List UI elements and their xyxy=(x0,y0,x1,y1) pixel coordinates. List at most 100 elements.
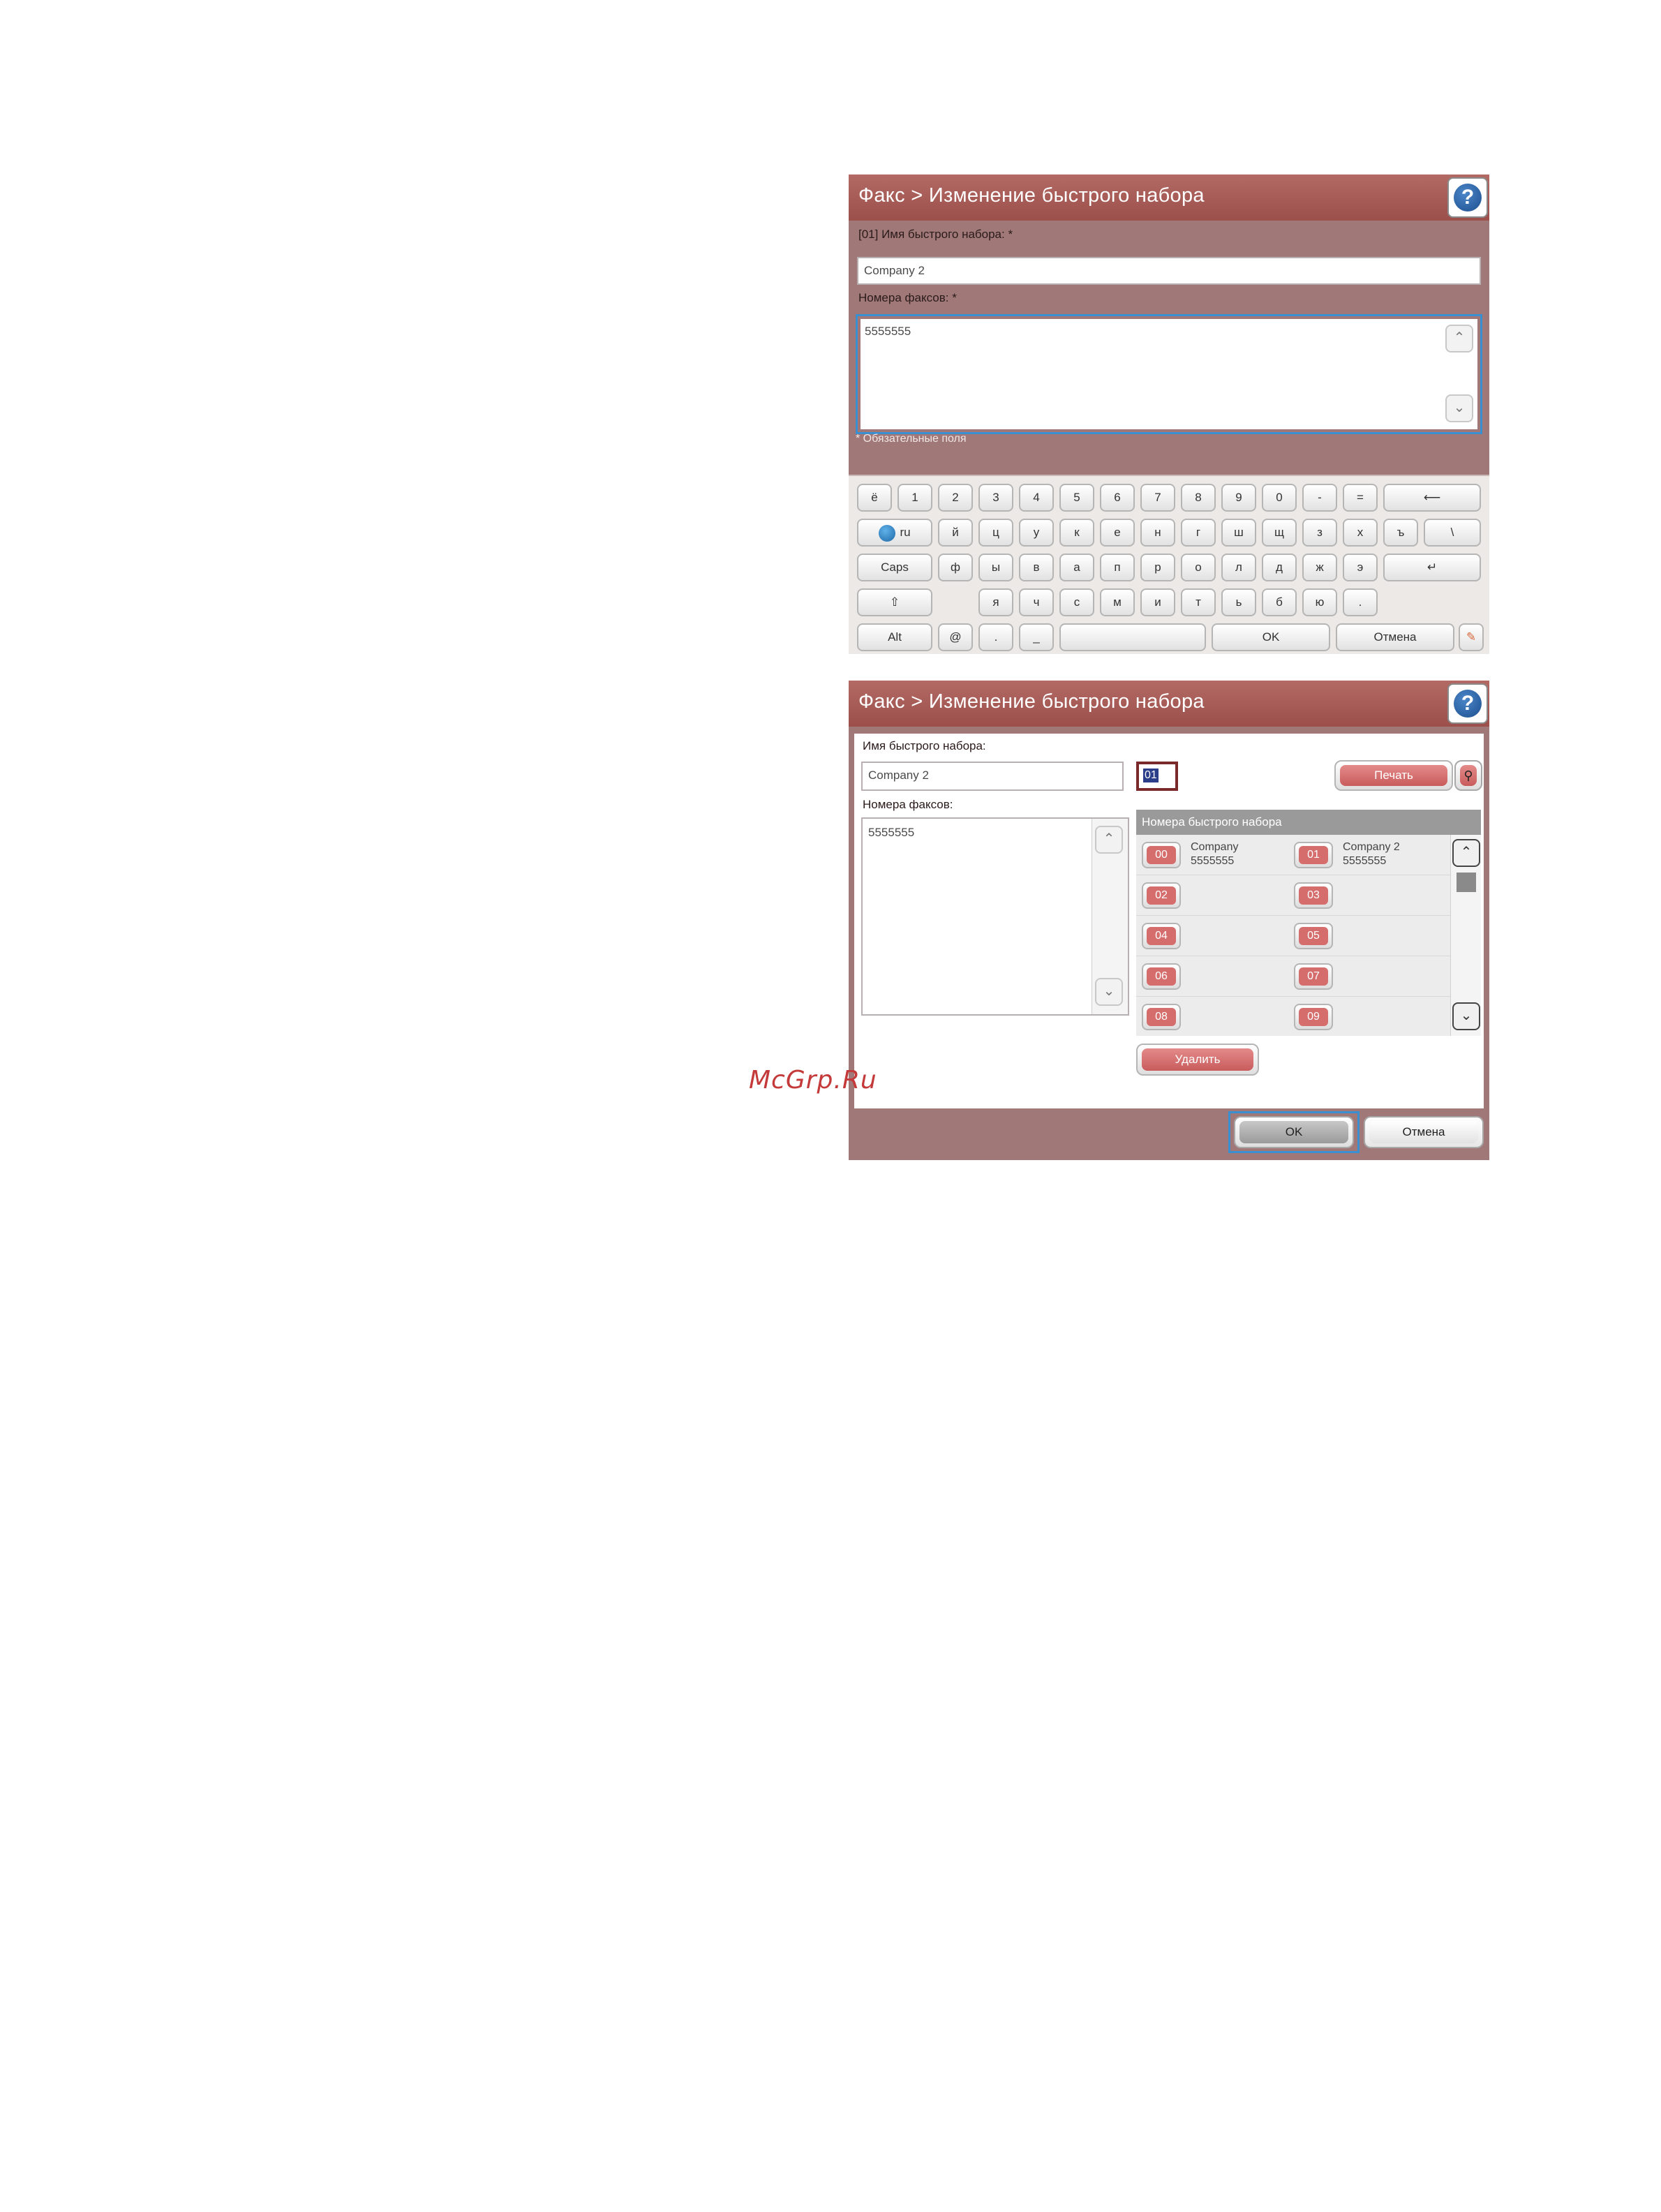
eraser-key[interactable]: ✎ xyxy=(1459,623,1484,651)
speed-dial-button[interactable]: 08 xyxy=(1142,1004,1181,1030)
key[interactable]: м xyxy=(1100,588,1135,616)
underscore-key[interactable]: _ xyxy=(1019,623,1054,651)
speed-dial-name-input[interactable]: Company 2 xyxy=(861,762,1124,791)
fax-numbers-textarea[interactable]: 5555555 ⌃ ⌄ xyxy=(861,817,1129,1016)
scroll-down-button[interactable]: ⌄ xyxy=(1095,978,1123,1006)
speed-dial-button[interactable]: 00 xyxy=(1142,842,1181,868)
key[interactable]: т xyxy=(1181,588,1216,616)
key[interactable]: 1 xyxy=(897,484,932,512)
key[interactable]: = xyxy=(1343,484,1378,512)
speed-dial-name-label: Имя быстрого набора: xyxy=(863,739,986,752)
backspace-key[interactable]: ⟵ xyxy=(1383,484,1481,512)
key[interactable]: е xyxy=(1100,519,1135,547)
key[interactable]: ц xyxy=(978,519,1013,547)
scroll-up-button[interactable]: ⌃ xyxy=(1095,826,1123,854)
key[interactable]: ю xyxy=(1302,588,1337,616)
scroll-up-button[interactable]: ⌃ xyxy=(1452,839,1480,867)
speed-dial-button[interactable]: 07 xyxy=(1294,963,1333,990)
help-button[interactable]: ? xyxy=(1447,177,1488,218)
key[interactable]: \ xyxy=(1424,519,1481,547)
caps-key[interactable]: Caps xyxy=(857,554,932,581)
search-button[interactable]: ⚲ xyxy=(1454,760,1482,791)
key[interactable]: у xyxy=(1019,519,1054,547)
key[interactable]: ъ xyxy=(1383,519,1418,547)
key[interactable]: 9 xyxy=(1221,484,1256,512)
content-area: Имя быстрого набора: Company 2 01 Печать… xyxy=(854,734,1484,1108)
key[interactable]: ч xyxy=(1019,588,1054,616)
cancel-button[interactable]: Отмена xyxy=(1364,1116,1484,1148)
scroll-up-button[interactable]: ⌃ xyxy=(1445,325,1473,352)
speed-dial-button[interactable]: 04 xyxy=(1142,923,1181,949)
title-bar: Факс > Изменение быстрого набора ? xyxy=(849,175,1489,221)
key[interactable]: п xyxy=(1100,554,1135,581)
key[interactable]: 7 xyxy=(1140,484,1175,512)
eraser-icon: ✎ xyxy=(1466,630,1477,644)
scroll-down-button[interactable]: ⌄ xyxy=(1445,394,1473,422)
delete-button[interactable]: Удалить xyxy=(1136,1044,1259,1076)
key[interactable]: - xyxy=(1302,484,1337,512)
space-key[interactable] xyxy=(1059,623,1206,651)
key[interactable]: 5 xyxy=(1059,484,1094,512)
speed-dial-index-input[interactable]: 01 xyxy=(1136,762,1178,791)
speed-dial-index-value: 01 xyxy=(1143,769,1159,782)
title-bar: Факс > Изменение быстрого набора ? xyxy=(849,681,1489,727)
key[interactable]: 6 xyxy=(1100,484,1135,512)
key[interactable]: ш xyxy=(1221,519,1256,547)
speed-dial-scrollbar[interactable]: ⌃ ⌄ xyxy=(1450,835,1481,1036)
enter-key[interactable]: ↵ xyxy=(1383,554,1481,581)
key[interactable]: о xyxy=(1181,554,1216,581)
speed-dial-button[interactable]: 03 xyxy=(1294,882,1333,909)
speed-dial-button[interactable]: 01 xyxy=(1294,842,1333,868)
language-key[interactable]: ru xyxy=(857,519,932,547)
dot-key[interactable]: . xyxy=(978,623,1013,651)
speed-dial-name-input[interactable]: Company 2 xyxy=(857,257,1481,285)
key[interactable]: б xyxy=(1262,588,1297,616)
key[interactable]: э xyxy=(1343,554,1378,581)
fax-numbers-textarea[interactable]: 5555555 ⌃ ⌄ xyxy=(861,319,1477,429)
ok-key[interactable]: OK xyxy=(1212,623,1330,651)
key[interactable]: н xyxy=(1140,519,1175,547)
scrollbar[interactable]: ⌃ ⌄ xyxy=(1092,819,1128,1014)
key[interactable]: ф xyxy=(938,554,973,581)
key[interactable]: д xyxy=(1262,554,1297,581)
key[interactable]: х xyxy=(1343,519,1378,547)
key[interactable]: р xyxy=(1140,554,1175,581)
key[interactable]: 4 xyxy=(1019,484,1054,512)
key[interactable]: с xyxy=(1059,588,1094,616)
scroll-thumb[interactable] xyxy=(1457,873,1476,892)
key[interactable]: к xyxy=(1059,519,1094,547)
scroll-down-button[interactable]: ⌄ xyxy=(1452,1002,1480,1030)
speed-dial-button[interactable]: 09 xyxy=(1294,1004,1333,1030)
key[interactable]: я xyxy=(978,588,1013,616)
cancel-key[interactable]: Отмена xyxy=(1336,623,1454,651)
key[interactable]: 2 xyxy=(938,484,973,512)
key[interactable]: л xyxy=(1221,554,1256,581)
speed-dial-button[interactable]: 02 xyxy=(1142,882,1181,909)
ok-button[interactable]: OK xyxy=(1234,1116,1354,1148)
alt-key[interactable]: Alt xyxy=(857,623,932,651)
key[interactable]: 0 xyxy=(1262,484,1297,512)
key[interactable]: ь xyxy=(1221,588,1256,616)
key[interactable]: ё xyxy=(857,484,892,512)
key[interactable]: ы xyxy=(978,554,1013,581)
cancel-button-label: Отмена xyxy=(1369,1121,1478,1143)
key[interactable]: . xyxy=(1343,588,1378,616)
key[interactable]: щ xyxy=(1262,519,1297,547)
key[interactable]: й xyxy=(938,519,973,547)
key[interactable]: в xyxy=(1019,554,1054,581)
print-button[interactable]: Печать xyxy=(1334,760,1453,791)
key[interactable]: и xyxy=(1140,588,1175,616)
key[interactable]: з xyxy=(1302,519,1337,547)
key[interactable]: ж xyxy=(1302,554,1337,581)
help-button[interactable]: ? xyxy=(1447,683,1488,724)
shift-key[interactable]: ⇧ xyxy=(857,588,932,616)
speed-dial-button[interactable]: 05 xyxy=(1294,923,1333,949)
speed-dial-row: 06 07 xyxy=(1136,956,1450,997)
key[interactable]: 8 xyxy=(1181,484,1216,512)
key[interactable]: а xyxy=(1059,554,1094,581)
key[interactable]: 3 xyxy=(978,484,1013,512)
speed-dial-button[interactable]: 06 xyxy=(1142,963,1181,990)
key[interactable]: г xyxy=(1181,519,1216,547)
at-key[interactable]: @ xyxy=(938,623,973,651)
chevron-up-icon: ⌃ xyxy=(1103,831,1115,847)
